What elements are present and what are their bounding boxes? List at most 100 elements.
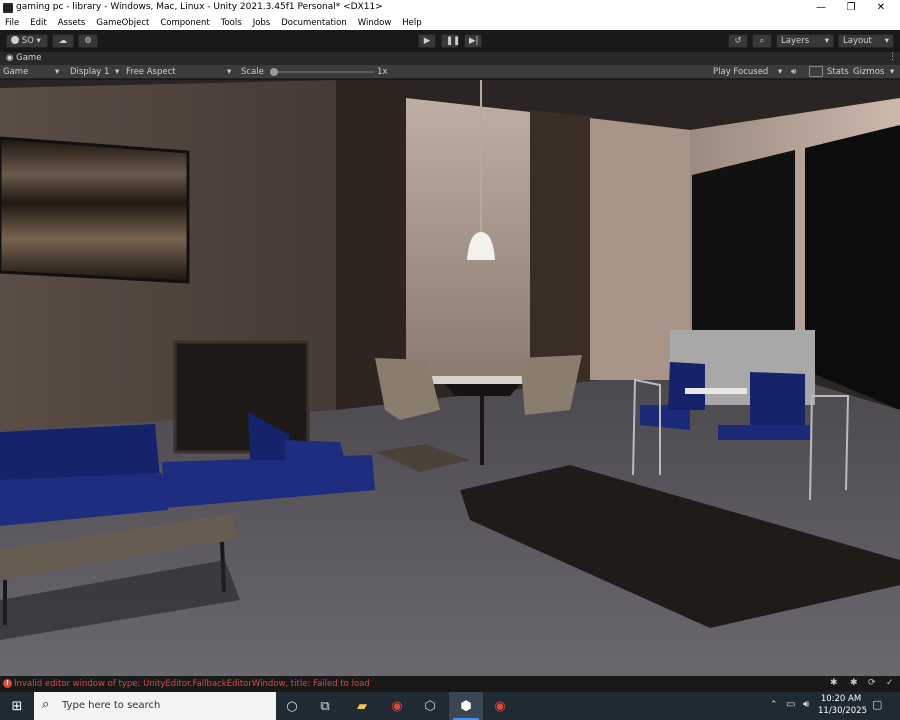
aspect-dropdown[interactable]: Free Aspect ▾ [126, 66, 236, 78]
chevron-up-icon[interactable]: ⌃ [770, 700, 778, 710]
play-focus-dropdown[interactable]: Play Focused ▾ [713, 66, 787, 78]
task-view-icon[interactable]: ⧉ [314, 698, 336, 716]
unity-logo-icon [3, 3, 13, 13]
close-button[interactable]: ✕ [866, 0, 896, 16]
menu-documentation[interactable]: Documentation [281, 18, 347, 28]
layout-dropdown[interactable]: Layout ▾ [838, 34, 894, 48]
chrome-icon[interactable]: ◉ [386, 698, 408, 716]
display-label: Display 1 [70, 67, 110, 77]
game-control-bar: Game ▾ Display 1 ▾ Free Aspect ▾ Scale 1x P… [0, 65, 900, 79]
account-label: SO [21, 36, 34, 46]
cortana-icon[interactable]: ○ [281, 698, 303, 716]
layers-dropdown[interactable]: Layers ▾ [776, 34, 834, 48]
chevron-down-icon: ▾ [778, 67, 783, 77]
chevron-down-icon: ▾ [36, 36, 41, 46]
status-bar: ! Invalid editor window of type: UnityEd… [0, 676, 900, 692]
scale-slider[interactable] [270, 68, 374, 76]
menu-file[interactable]: File [5, 18, 19, 28]
clock-date[interactable]: 11/30/2025 [818, 706, 867, 716]
layout-label: Layout [843, 36, 872, 46]
play-icon: ▶ [423, 36, 431, 46]
status-message[interactable]: Invalid editor window of type: UnityEdit… [14, 679, 370, 689]
menu-tools[interactable]: Tools [221, 18, 242, 28]
search-placeholder: Type here to search [62, 700, 161, 711]
chevron-down-icon: ▾ [884, 36, 889, 46]
search-button[interactable]: ⌕ [752, 34, 772, 48]
error-icon: ! [3, 679, 12, 688]
dining-table [432, 376, 532, 384]
clock-time[interactable]: 10:20 AM [820, 694, 862, 704]
volume-icon[interactable]: 🔊︎ [803, 699, 809, 710]
center-wall [406, 98, 530, 380]
side-table [685, 388, 747, 394]
cloud-icon: ☁ [58, 36, 68, 46]
cloud-button[interactable]: ☁ [52, 34, 74, 48]
chevron-down-icon[interactable]: ▾ [890, 66, 894, 78]
restore-button[interactable]: ❐ [836, 0, 866, 16]
display-dropdown[interactable]: Display 1 ▾ [70, 66, 124, 78]
play-focus-label: Play Focused [713, 67, 769, 77]
more-options-icon[interactable]: ⋮ [888, 52, 897, 62]
mute-audio-icon[interactable]: 🔊︎ [791, 66, 796, 78]
layers-label: Layers [781, 36, 810, 46]
notification-icon[interactable]: ▢ [872, 698, 882, 711]
menu-window[interactable]: Window [358, 18, 392, 28]
unity-icon: ⬢ [460, 699, 472, 714]
settings-icon: ⚙ [84, 36, 92, 46]
menu-component[interactable]: Component [160, 18, 209, 28]
menu-gameobject[interactable]: GameObject [96, 18, 149, 28]
chevron-down-icon: ▾ [55, 67, 60, 77]
bench-seat [718, 425, 810, 440]
game-view[interactable] [0, 80, 900, 676]
taskbar-search-box[interactable]: ⌕ Type here to search [34, 692, 276, 720]
game-tab[interactable]: ◉ Game [6, 53, 41, 63]
stats-toggle-icon[interactable] [809, 66, 823, 77]
rendered-scene [0, 80, 900, 676]
scale-value: 1x [377, 67, 388, 77]
history-button[interactable]: ↺ [728, 34, 748, 48]
network-icon[interactable]: ▭ [786, 699, 795, 710]
account-dropdown[interactable]: SO ▾ [6, 34, 48, 48]
settings-icon[interactable]: ✱ [850, 678, 858, 688]
debug-icon[interactable]: ✱ [830, 678, 838, 688]
window-title: gaming pc - library - Windows, Mac, Linu… [16, 2, 383, 12]
title-bar: gaming pc - library - Windows, Mac, Linu… [0, 0, 900, 16]
aspect-label: Free Aspect [126, 67, 176, 77]
gizmos-dropdown[interactable]: Gizmos [853, 66, 884, 78]
unity-hub-icon[interactable]: ⬡ [419, 698, 441, 716]
unity-editor-task[interactable]: ⬢ [449, 692, 483, 720]
menu-help[interactable]: Help [402, 18, 421, 28]
game-mode-label: Game [3, 67, 29, 77]
table-shadow [445, 384, 520, 396]
wall-painting [0, 136, 190, 284]
account-icon [11, 36, 19, 44]
minimize-button[interactable]: — [806, 0, 836, 16]
play-button[interactable]: ▶ [418, 34, 436, 48]
step-button[interactable]: ▶| [464, 34, 482, 48]
gamepad-icon: ◉ [6, 53, 14, 63]
file-explorer-icon[interactable]: ▰ [351, 698, 373, 716]
menu-jobs[interactable]: Jobs [253, 18, 271, 28]
bench-back [668, 362, 705, 410]
sofa-cushion [285, 440, 345, 462]
windows-start-icon[interactable]: ⊞ [6, 698, 28, 716]
chevron-down-icon: ▾ [227, 67, 232, 77]
search-icon: ⌕ [759, 36, 765, 46]
step-icon: ▶| [469, 36, 479, 46]
pause-button[interactable]: ❚❚ [441, 34, 461, 48]
menu-edit[interactable]: Edit [30, 18, 46, 28]
stats-button[interactable]: Stats [827, 66, 849, 78]
taskbar: ⊞ ⌕ Type here to search ○ ⧉ ▰ ◉ ⬡ ⬢ ◉ ⌃ … [0, 692, 900, 720]
chrome-icon[interactable]: ◉ [489, 698, 511, 716]
game-mode-dropdown[interactable]: Game ▾ [3, 66, 63, 78]
chevron-down-icon: ▾ [115, 67, 120, 77]
window [692, 150, 795, 335]
collab-button[interactable]: ⚙ [78, 34, 98, 48]
check-icon[interactable]: ✓ [886, 678, 894, 688]
scale-slider-thumb[interactable] [270, 68, 278, 76]
search-icon: ⌕ [42, 697, 50, 712]
menu-assets[interactable]: Assets [58, 18, 86, 28]
progress-icon[interactable]: ⟳ [868, 678, 876, 688]
pause-icon: ❚❚ [446, 36, 461, 46]
window [805, 125, 900, 410]
